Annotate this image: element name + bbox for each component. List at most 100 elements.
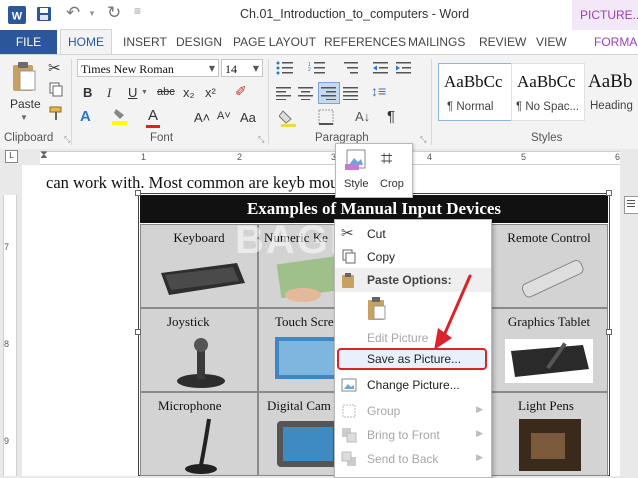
resize-handle[interactable] — [606, 190, 612, 196]
subscript-button[interactable]: x₂ — [183, 85, 195, 100]
layout-options-icon[interactable] — [624, 196, 638, 214]
undo-dropdown-icon[interactable]: ▼ — [88, 9, 96, 18]
tab-page-layout[interactable]: PAGE LAYOUT — [233, 35, 316, 49]
tab-file[interactable]: FILE — [0, 30, 57, 54]
digital-camera-image — [277, 421, 339, 467]
style-no-spacing[interactable]: AaBbCc ¶ No Spac... — [511, 63, 585, 121]
tab-mailings[interactable]: MAILINGS — [408, 35, 465, 49]
text-effects-icon[interactable]: A — [80, 108, 91, 125]
body-text[interactable]: can work with. Most common are keyb mous… — [46, 173, 352, 193]
svg-text:2: 2 — [308, 67, 311, 73]
resize-handle[interactable] — [135, 329, 141, 335]
indent-marker-icon[interactable]: ⧗ — [40, 149, 48, 162]
increase-indent-icon[interactable] — [396, 61, 412, 78]
font-color-icon[interactable]: A — [146, 107, 160, 128]
bullets-icon[interactable] — [276, 61, 298, 78]
tab-review[interactable]: REVIEW — [479, 35, 526, 49]
change-picture-icon — [341, 377, 357, 393]
strikethrough-button[interactable]: abc — [157, 86, 175, 98]
show-formatting-icon[interactable]: ¶ — [387, 108, 395, 125]
menu-item-change-picture[interactable]: Change Picture... — [335, 374, 491, 396]
style-heading[interactable]: AaBb Heading — [584, 63, 638, 121]
customize-toolbar-icon[interactable]: ≡ — [134, 4, 141, 18]
redo-icon[interactable]: ↻ — [107, 3, 121, 23]
multilevel-list-icon[interactable] — [342, 61, 364, 78]
horizontal-ruler[interactable]: L ⧗ 1 2 3 4 5 6 — [0, 149, 638, 165]
style-normal[interactable]: AaBbCc ¶ Normal — [438, 63, 512, 121]
style-name: ¶ Normal — [447, 101, 494, 113]
device-cell-light-pens: Light Pens — [490, 392, 608, 476]
style-button-label[interactable]: Style — [344, 178, 368, 190]
styles-group-label: Styles — [531, 132, 563, 144]
tab-references[interactable]: REFERENCES — [324, 35, 406, 49]
numbering-icon[interactable]: 12 — [308, 61, 330, 78]
cut-icon[interactable]: ✂ — [48, 59, 61, 77]
ruler-number: 2 — [237, 152, 243, 162]
tab-format[interactable]: FORMA — [594, 35, 637, 49]
superscript-button[interactable]: x² — [205, 85, 216, 100]
crop-button-label[interactable]: Crop — [380, 178, 404, 190]
shrink-font-button[interactable]: A˅ — [217, 110, 231, 122]
paste-dropdown-icon[interactable]: ▼ — [20, 113, 28, 122]
chevron-down-icon: ▼ — [252, 64, 259, 73]
menu-item-label: Copy — [367, 250, 396, 264]
paste-label[interactable]: Paste — [10, 97, 41, 111]
ruler-bar — [3, 195, 17, 476]
decrease-indent-icon[interactable] — [373, 61, 389, 78]
joystick-image — [177, 338, 225, 388]
ruler-number: 8 — [4, 339, 10, 349]
resize-handle[interactable] — [135, 190, 141, 196]
resize-handle[interactable] — [606, 329, 612, 335]
tab-selector-icon[interactable]: L — [5, 150, 18, 163]
undo-icon[interactable]: ↶ — [66, 3, 80, 23]
crop-icon[interactable]: ⌗ — [381, 148, 392, 171]
underline-button[interactable]: U — [128, 85, 137, 100]
shading-icon[interactable] — [278, 109, 299, 130]
paste-icon[interactable] — [10, 61, 38, 96]
font-launcher-icon[interactable]: ⤡ — [258, 135, 264, 145]
tab-view[interactable]: VIEW — [536, 35, 567, 49]
divider — [71, 59, 72, 145]
menu-item-label: Group — [367, 404, 401, 418]
tab-home[interactable]: HOME — [60, 29, 112, 55]
tab-insert[interactable]: INSERT — [123, 35, 167, 49]
copy-icon[interactable] — [48, 81, 64, 100]
font-size-select[interactable]: 14 ▼ — [221, 59, 263, 77]
ruler-number: 6 — [615, 152, 621, 162]
device-label: Light Pens — [518, 398, 574, 413]
device-cell-digital-camera: Digital Cam — [258, 392, 339, 476]
clipboard-launcher-icon[interactable]: ⤡ — [64, 135, 70, 145]
paste-keep-formatting-icon[interactable] — [366, 297, 388, 324]
bold-button[interactable]: B — [83, 85, 92, 100]
font-group-label: Font — [150, 132, 174, 144]
vertical-ruler[interactable]: 7 8 9 — [0, 165, 18, 476]
copy-icon — [341, 249, 357, 265]
align-left-icon[interactable] — [276, 86, 292, 103]
menu-item-cut[interactable]: ✂ Cut — [335, 223, 491, 245]
picture-style-icon[interactable] — [344, 148, 368, 175]
justify-icon[interactable] — [343, 86, 359, 103]
submenu-arrow-icon: ▶ — [476, 404, 483, 414]
paragraph-launcher-icon[interactable]: ⤡ — [420, 135, 426, 145]
align-right-icon[interactable] — [318, 82, 340, 104]
tab-design[interactable]: DESIGN — [176, 35, 222, 49]
change-case-button[interactable]: Aa — [240, 110, 256, 125]
highlight-color-icon[interactable] — [111, 107, 129, 128]
keyboard-image — [161, 263, 245, 295]
menu-item-copy[interactable]: Copy — [335, 246, 491, 268]
send-to-back-icon — [341, 451, 357, 467]
underline-dropdown-icon[interactable]: ▼ — [141, 89, 148, 96]
borders-icon[interactable] — [318, 109, 334, 128]
clear-formatting-icon[interactable]: ✐ — [235, 83, 247, 100]
menu-item-label: Save as Picture... — [367, 352, 462, 366]
format-painter-icon[interactable] — [48, 105, 64, 124]
sort-icon[interactable]: A↓ — [355, 109, 370, 124]
ruler-number: 1 — [141, 152, 147, 162]
save-icon[interactable] — [36, 6, 52, 27]
italic-button[interactable]: I — [107, 85, 111, 101]
line-spacing-icon[interactable]: ↕≡ — [371, 83, 386, 99]
picture-tools-context: PICTURE... — [572, 0, 638, 30]
font-family-select[interactable]: Times New Roman ▼ — [77, 59, 219, 77]
align-center-icon[interactable] — [298, 86, 314, 103]
grow-font-button[interactable]: A˄ — [194, 110, 210, 125]
